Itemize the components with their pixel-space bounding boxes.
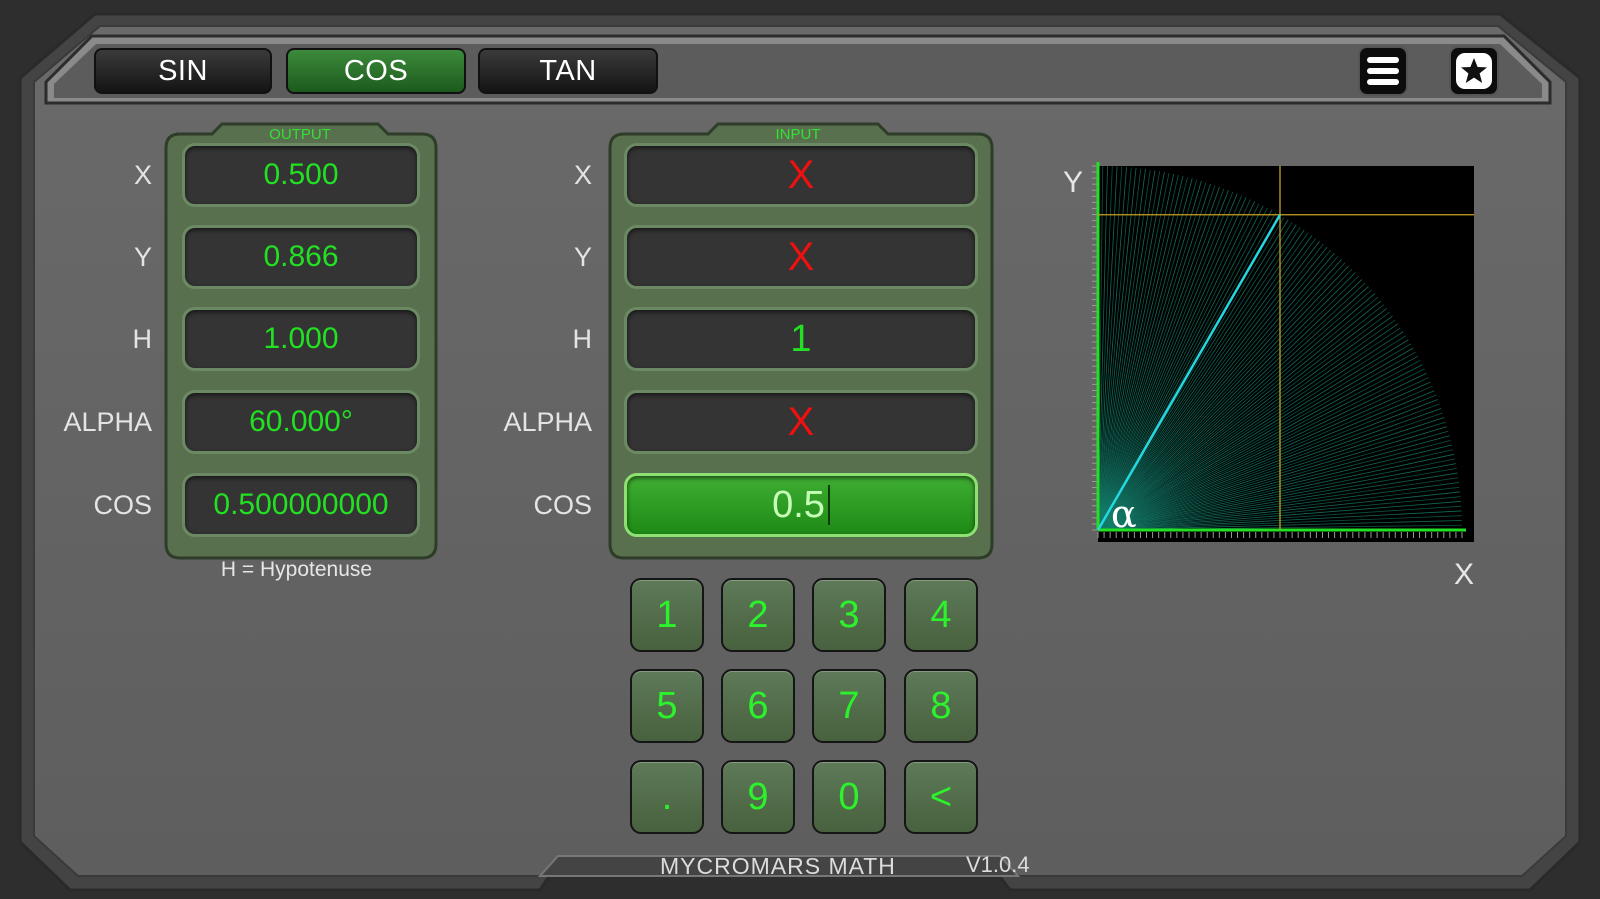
key-7[interactable]: 7 <box>812 669 886 743</box>
input-cos-field[interactable]: 0.5 <box>624 473 978 537</box>
app-window: SIN COS TAN OUTPUT X 0.500 Y 0.866 H 1.0… <box>0 0 1600 899</box>
input-h-label: H <box>572 324 593 354</box>
graph-x-axis-label: X <box>1454 558 1475 591</box>
star-icon <box>1456 53 1492 89</box>
unit-circle-graph <box>1092 162 1474 542</box>
tab-sin[interactable]: SIN <box>94 48 272 94</box>
output-h-label: H <box>132 324 153 354</box>
app-version: V1.0.4 <box>966 852 1030 877</box>
key-3[interactable]: 3 <box>812 578 886 652</box>
tab-tan[interactable]: TAN <box>478 48 658 94</box>
input-y-label: Y <box>573 242 592 272</box>
input-x-field[interactable]: X <box>624 143 978 207</box>
input-cos-value: 0.5 <box>772 483 825 526</box>
output-y-value: 0.866 <box>182 225 420 289</box>
hamburger-menu-icon <box>1367 57 1399 85</box>
input-panel-title: INPUT <box>775 126 821 143</box>
input-y-field[interactable]: X <box>624 225 978 289</box>
output-cos-value: 0.500000000 <box>182 473 420 537</box>
favorite-button[interactable] <box>1449 46 1499 96</box>
output-y-label: Y <box>133 242 152 272</box>
key-5[interactable]: 5 <box>630 669 704 743</box>
key-1[interactable]: 1 <box>630 578 704 652</box>
key-2[interactable]: 2 <box>721 578 795 652</box>
hypotenuse-note: H = Hypotenuse <box>220 558 373 581</box>
key-6[interactable]: 6 <box>721 669 795 743</box>
output-x-label: X <box>133 160 152 190</box>
key-decimal[interactable]: . <box>630 760 704 834</box>
input-alpha-label: ALPHA <box>503 407 592 437</box>
input-h-field[interactable]: 1 <box>624 307 978 371</box>
app-title: MYCROMARS MATH <box>660 853 896 879</box>
output-x-value: 0.500 <box>182 143 420 207</box>
key-0[interactable]: 0 <box>812 760 886 834</box>
output-alpha-label: ALPHA <box>63 407 152 437</box>
key-4[interactable]: 4 <box>904 578 978 652</box>
output-cos-label: COS <box>93 490 152 520</box>
output-panel-title: OUTPUT <box>269 126 331 143</box>
key-backspace[interactable]: < <box>904 760 978 834</box>
text-caret <box>827 485 830 525</box>
input-cos-label: COS <box>533 490 592 520</box>
graph-alpha-symbol: α <box>1111 492 1137 536</box>
output-alpha-value: 60.000° <box>182 390 420 454</box>
graph-y-axis-label: Y <box>1063 166 1084 199</box>
input-x-label: X <box>573 160 592 190</box>
key-9[interactable]: 9 <box>721 760 795 834</box>
key-8[interactable]: 8 <box>904 669 978 743</box>
output-h-value: 1.000 <box>182 307 420 371</box>
menu-button[interactable] <box>1358 46 1408 96</box>
tab-cos[interactable]: COS <box>286 48 466 94</box>
input-alpha-field[interactable]: X <box>624 390 978 454</box>
